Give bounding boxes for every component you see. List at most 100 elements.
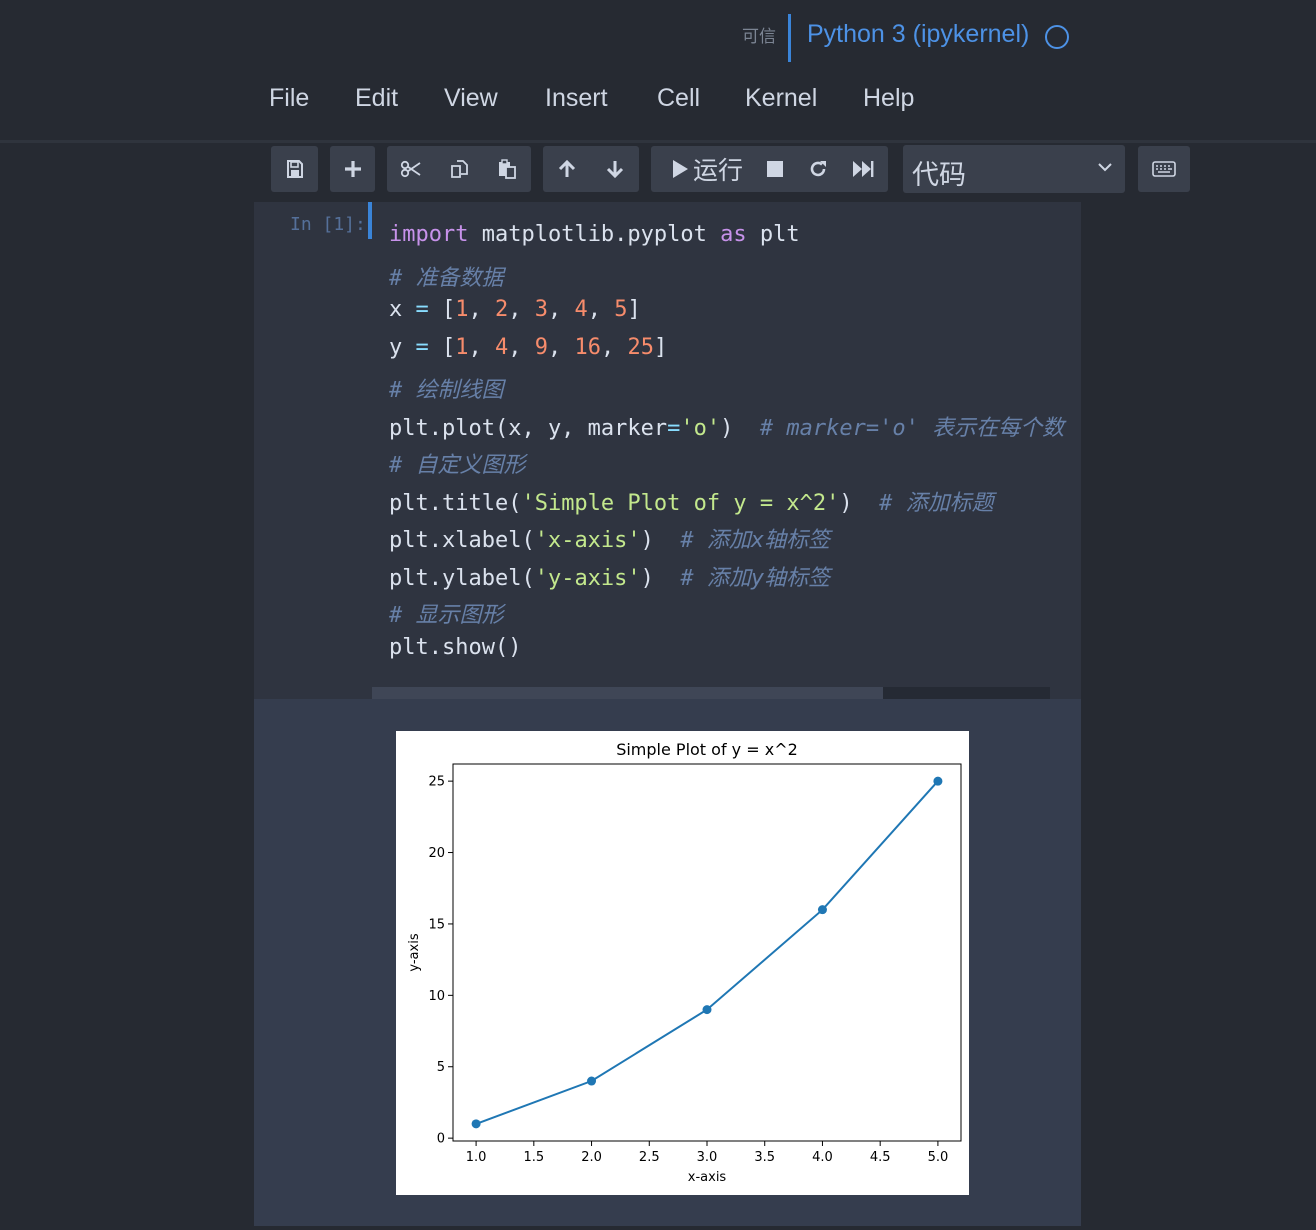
trusted-indicator[interactable]: 可信 [742, 22, 776, 47]
y-tick-label: 25 [428, 775, 445, 790]
code-line: plt.show() [389, 635, 521, 660]
series-line [475, 780, 939, 1125]
menu-edit[interactable]: Edit [355, 84, 398, 113]
move-up-button[interactable] [543, 146, 591, 192]
restart-run-all-button[interactable] [841, 146, 885, 192]
plus-icon [344, 161, 361, 177]
code-token: # 添加y轴标签 [680, 565, 831, 591]
code-token: 9 [534, 334, 548, 360]
code-token: ) [720, 415, 760, 441]
code-token: # 绘制线图 [389, 378, 504, 403]
x-tick-label: 1.0 [466, 1150, 487, 1165]
menu-kernel[interactable]: Kernel [745, 84, 817, 113]
code-token: 'o' [680, 415, 721, 441]
code-token: 25 [627, 334, 655, 360]
save-group [271, 146, 318, 192]
code-token: # 自定义图形 [389, 453, 526, 478]
code-token: 'Simple Plot of y = x^2' [521, 490, 840, 516]
code-token: 5 [614, 297, 628, 322]
code-line: # 准备数据 [389, 260, 504, 292]
code-token: = [415, 334, 429, 360]
code-line: # 自定义图形 [389, 447, 526, 479]
chart-svg: 1.0 1.5 2.0 2.5 3.0 3.5 4.0 4.5 5.0 0 5 10 15 20 25 Sim… [407, 740, 962, 1185]
edit-group [387, 146, 531, 192]
x-tick-label: 3.0 [697, 1150, 718, 1165]
code-token: plt.show() [389, 634, 522, 660]
code-token: ] [654, 334, 668, 360]
code-token: ) [640, 565, 681, 591]
code-token: ) [640, 528, 681, 553]
cell-prompt: In [1]: [290, 214, 366, 235]
code-token: plt.xlabel( [389, 528, 535, 553]
move-down-button[interactable] [591, 146, 639, 192]
code-line: x = [1, 2, 3, 4, 5] [389, 297, 641, 322]
cell-type-value: 代码 [912, 160, 966, 190]
code-token: 'y-axis' [534, 565, 641, 591]
keyboard-group [1138, 146, 1190, 192]
code-token: , [548, 334, 575, 360]
y-tick-label: 20 [428, 846, 445, 861]
code-token: 1 [455, 297, 469, 322]
copy-icon [451, 160, 468, 178]
code-token: plt [746, 222, 800, 247]
code-token: 3 [534, 297, 548, 322]
code-token: = [667, 415, 681, 441]
data-point [471, 1119, 481, 1129]
code-editor[interactable]: import matplotlib.pyplot as plt # 准备数据 x =… [389, 222, 1089, 682]
code-line: y = [1, 4, 9, 16, 25] [389, 335, 667, 360]
x-tick-label: 3.5 [754, 1150, 775, 1165]
arrow-down-icon [606, 161, 624, 179]
insert-cell-button[interactable] [330, 146, 375, 192]
code-line: # 绘制线图 [389, 372, 504, 404]
keyboard-icon [1152, 161, 1176, 177]
code-token: 2 [495, 297, 509, 322]
chevron-down-icon [1098, 163, 1112, 172]
code-line: plt.ylabel('y-axis') # 添加y轴标签 [389, 560, 830, 592]
code-token: # 添加x轴标签 [680, 528, 831, 553]
code-token: plt.plot(x, y, marker [389, 415, 668, 441]
code-token: = [415, 297, 429, 322]
code-token: 4 [495, 334, 509, 360]
code-token: , [548, 297, 575, 322]
menu-view[interactable]: View [444, 84, 498, 113]
restart-button[interactable] [798, 146, 838, 192]
horizontal-scrollbar[interactable] [372, 687, 1050, 699]
cell-type-select[interactable]: 代码 [903, 145, 1125, 193]
menu-help[interactable]: Help [863, 84, 914, 113]
code-token: 1 [455, 334, 469, 360]
code-line: plt.xlabel('x-axis') # 添加x轴标签 [389, 522, 830, 554]
code-token: 'x-axis' [534, 528, 641, 553]
play-icon [672, 160, 688, 178]
y-tick-label: 15 [428, 917, 445, 932]
menu-file[interactable]: File [269, 84, 309, 113]
fast-forward-icon [853, 161, 874, 177]
notebook-header: 可信 Python 3 (ipykernel) File Edit View I… [0, 0, 1316, 143]
code-token: 16 [574, 334, 602, 360]
command-palette-button[interactable] [1138, 146, 1190, 192]
x-tick-label: 4.0 [812, 1150, 833, 1165]
paste-button[interactable] [483, 146, 531, 192]
cut-button[interactable] [387, 146, 435, 192]
kernel-separator [788, 14, 791, 62]
menu-cell[interactable]: Cell [657, 84, 700, 113]
run-label: 运行 [692, 157, 743, 185]
code-token: as [720, 222, 747, 247]
menu-insert[interactable]: Insert [545, 84, 608, 113]
copy-button[interactable] [435, 146, 483, 192]
plot-output: 1.0 1.5 2.0 2.5 3.0 3.5 4.0 4.5 5.0 0 5 10 15 20 25 Sim… [396, 731, 969, 1195]
kernel-status-icon [1045, 25, 1069, 49]
code-token: , [508, 334, 535, 360]
save-button[interactable] [271, 146, 318, 192]
code-token: # marker='o' 表示在每个数 [759, 415, 1065, 441]
code-token: plt.title( [389, 490, 522, 516]
kernel-name[interactable]: Python 3 (ipykernel) [807, 20, 1029, 49]
scrollbar-thumb[interactable] [372, 687, 883, 699]
move-group [543, 146, 639, 192]
code-token: y [389, 334, 416, 360]
paste-icon [499, 159, 516, 179]
code-token: , [587, 297, 615, 322]
run-button[interactable]: 运行 [661, 146, 753, 192]
interrupt-button[interactable] [755, 146, 795, 192]
code-token: , [508, 297, 535, 322]
code-token: ) [839, 490, 880, 516]
